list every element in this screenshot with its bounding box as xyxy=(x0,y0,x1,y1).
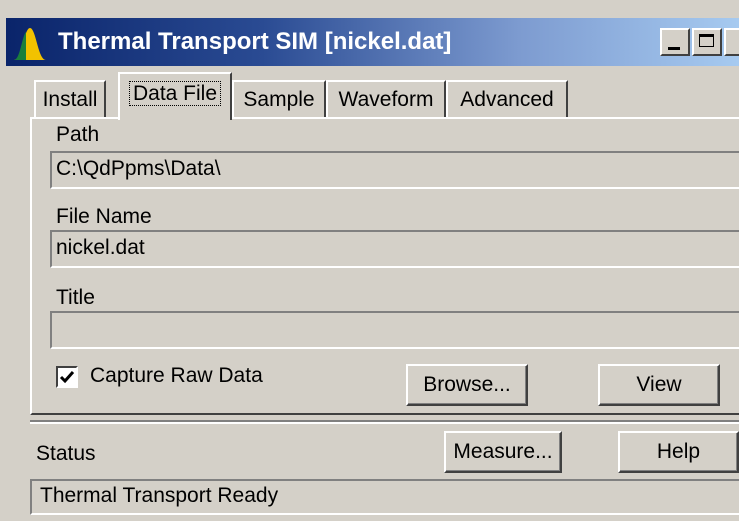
minimize-button[interactable] xyxy=(660,28,690,56)
tab-data-file-label: Data File xyxy=(128,81,222,106)
tab-advanced[interactable]: Advanced xyxy=(446,80,568,118)
path-label: Path xyxy=(56,123,100,146)
window-left-edge xyxy=(0,0,6,521)
status-label: Status xyxy=(36,442,96,465)
title-input[interactable] xyxy=(50,311,739,349)
view-button[interactable]: View xyxy=(598,364,720,406)
help-button[interactable]: Help xyxy=(618,431,739,473)
tab-sample-label: Sample xyxy=(243,88,315,111)
close-button[interactable] xyxy=(724,28,739,56)
browse-button[interactable]: Browse... xyxy=(406,364,528,406)
tab-install-label: Install xyxy=(42,88,98,111)
thermal-peak-icon xyxy=(12,26,48,62)
capture-raw-data-label: Capture Raw Data xyxy=(90,364,263,387)
tab-advanced-label: Advanced xyxy=(460,88,554,111)
title-label: Title xyxy=(56,286,95,309)
tab-waveform-label: Waveform xyxy=(338,88,434,111)
tab-install[interactable]: Install xyxy=(34,80,106,118)
checkmark-icon xyxy=(59,371,75,384)
measure-button[interactable]: Measure... xyxy=(444,431,562,473)
file-name-label: File Name xyxy=(56,205,152,228)
capture-raw-data-checkbox[interactable] xyxy=(56,366,78,388)
file-name-input[interactable]: nickel.dat xyxy=(50,230,739,268)
tab-sample[interactable]: Sample xyxy=(232,80,326,118)
tab-data-file[interactable]: Data File xyxy=(118,72,232,120)
window-title: Thermal Transport SIM [nickel.dat] xyxy=(58,28,452,55)
path-input[interactable]: C:\QdPpms\Data\ xyxy=(50,151,739,189)
status-separator xyxy=(30,420,739,424)
maximize-button[interactable] xyxy=(692,28,722,56)
status-text: Thermal Transport Ready xyxy=(30,479,739,515)
tab-waveform[interactable]: Waveform xyxy=(326,80,446,118)
